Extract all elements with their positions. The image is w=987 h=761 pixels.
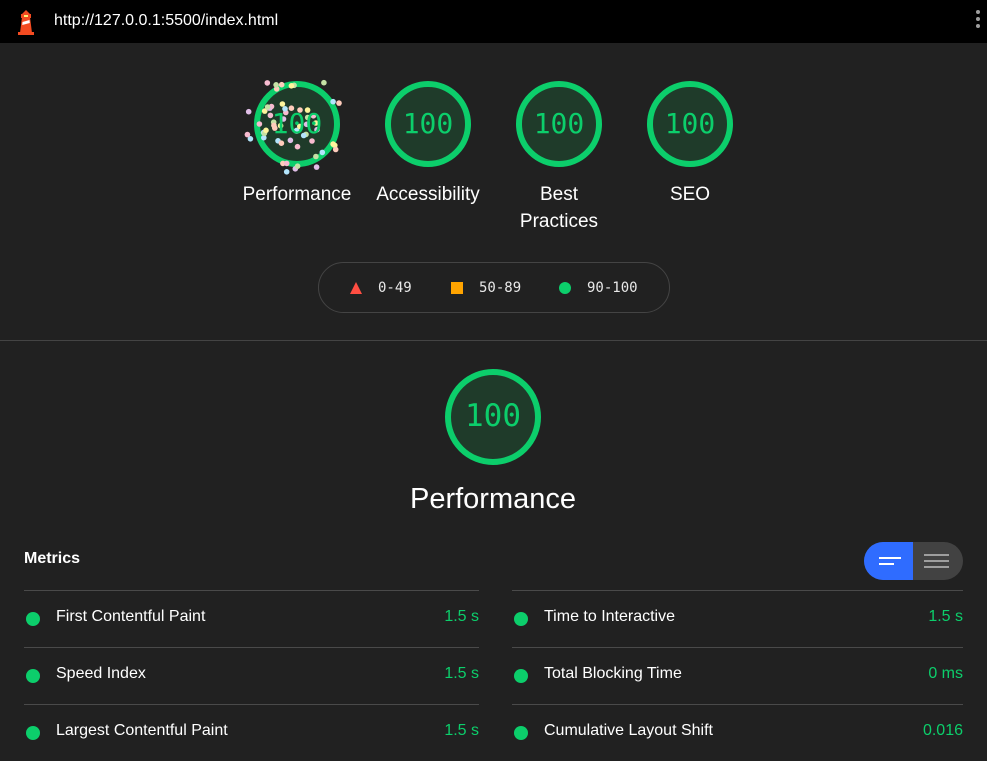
metric-row: Time to Interactive 1.5 s <box>512 590 963 647</box>
gauge-score: 100 <box>533 107 585 140</box>
metric-value: 0.016 <box>922 722 963 739</box>
confetti-dot <box>313 164 320 170</box>
confetti-dot <box>319 149 326 156</box>
metric-value: 1.5 s <box>928 608 963 625</box>
metric-row: Largest Contentful Paint 1.5 s <box>24 704 479 761</box>
lines-icon <box>879 557 901 565</box>
legend-item-fail: 0-49 <box>349 280 412 296</box>
pass-dot-icon <box>26 726 40 740</box>
gauge-label: Best Practices <box>519 184 599 232</box>
confetti-dot <box>313 153 319 160</box>
performance-gauge: 100 Performance <box>393 368 593 517</box>
compact-view-button[interactable] <box>864 542 913 580</box>
confetti-dot <box>288 83 295 89</box>
metrics-title: Metrics <box>24 550 81 567</box>
legend-item-pass: 90-100 <box>558 280 638 296</box>
gauge-seo[interactable]: 100 SEO <box>640 80 740 208</box>
confetti-dot <box>283 160 290 167</box>
square-icon <box>451 282 463 294</box>
confetti-dot <box>336 100 342 106</box>
metric-row: Total Blocking Time 0 ms <box>512 647 963 704</box>
gauge-best-practices[interactable]: 100 Best Practices <box>508 80 610 235</box>
lighthouse-icon <box>18 10 34 35</box>
confetti-dot <box>278 81 285 88</box>
metric-name: Time to Interactive <box>544 608 676 625</box>
metric-value: 1.5 s <box>444 608 479 625</box>
gauge-accessibility[interactable]: 100 Accessibility <box>369 80 487 208</box>
pass-dot-icon <box>514 612 528 626</box>
gauge-score: 100 <box>271 107 323 140</box>
confetti-dot <box>264 80 271 86</box>
metric-value: 0 ms <box>928 665 963 682</box>
metric-name: First Contentful Paint <box>56 608 206 625</box>
gauge-score: 100 <box>664 107 716 140</box>
triangle-icon <box>350 282 362 294</box>
metric-value: 1.5 s <box>444 722 479 739</box>
kebab-menu-icon[interactable] <box>973 10 983 34</box>
metric-name: Largest Contentful Paint <box>56 722 228 739</box>
gauge-label: SEO <box>669 184 711 205</box>
legend-item-average: 50-89 <box>450 280 521 296</box>
circle-icon <box>559 282 571 294</box>
confetti-dot <box>283 169 290 175</box>
confetti-dot <box>294 163 301 169</box>
metric-name: Cumulative Layout Shift <box>544 722 713 739</box>
gauge-score: 100 <box>402 107 454 140</box>
top-bar: http://127.0.0.1:5500/index.html <box>0 0 987 43</box>
confetti-dot <box>244 131 251 138</box>
pass-dot-icon <box>514 726 528 740</box>
confetti-dot <box>279 101 286 107</box>
page-url: http://127.0.0.1:5500/index.html <box>54 12 279 29</box>
metric-row: Speed Index 1.5 s <box>24 647 479 704</box>
pass-dot-icon <box>26 669 40 683</box>
pass-dot-icon <box>514 669 528 683</box>
gauge-performance[interactable]: 100 Performance <box>236 79 358 208</box>
confetti-dot <box>332 146 339 153</box>
section-divider <box>0 340 987 341</box>
confetti-dot <box>273 82 279 88</box>
metric-name: Total Blocking Time <box>544 665 682 682</box>
metric-name: Speed Index <box>56 665 146 682</box>
gauge-label: Accessibility <box>376 184 480 205</box>
metric-row: First Contentful Paint 1.5 s <box>24 590 479 647</box>
pass-dot-icon <box>26 612 40 626</box>
confetti-dot <box>321 79 327 86</box>
metric-row: Cumulative Layout Shift 0.016 <box>512 704 963 761</box>
confetti-dot <box>245 108 252 115</box>
confetti-dot <box>294 143 301 150</box>
performance-score: 100 <box>465 398 521 434</box>
score-legend: 0-49 50-89 90-100 <box>318 262 670 313</box>
list-icon <box>924 554 949 568</box>
performance-title: Performance <box>409 483 576 515</box>
metrics-view-toggle[interactable] <box>864 542 963 580</box>
gauge-label: Performance <box>242 184 352 205</box>
confetti-dot <box>278 140 285 146</box>
metric-value: 1.5 s <box>444 665 479 682</box>
confetti-dot <box>330 98 336 105</box>
expanded-view-button[interactable] <box>913 542 963 580</box>
